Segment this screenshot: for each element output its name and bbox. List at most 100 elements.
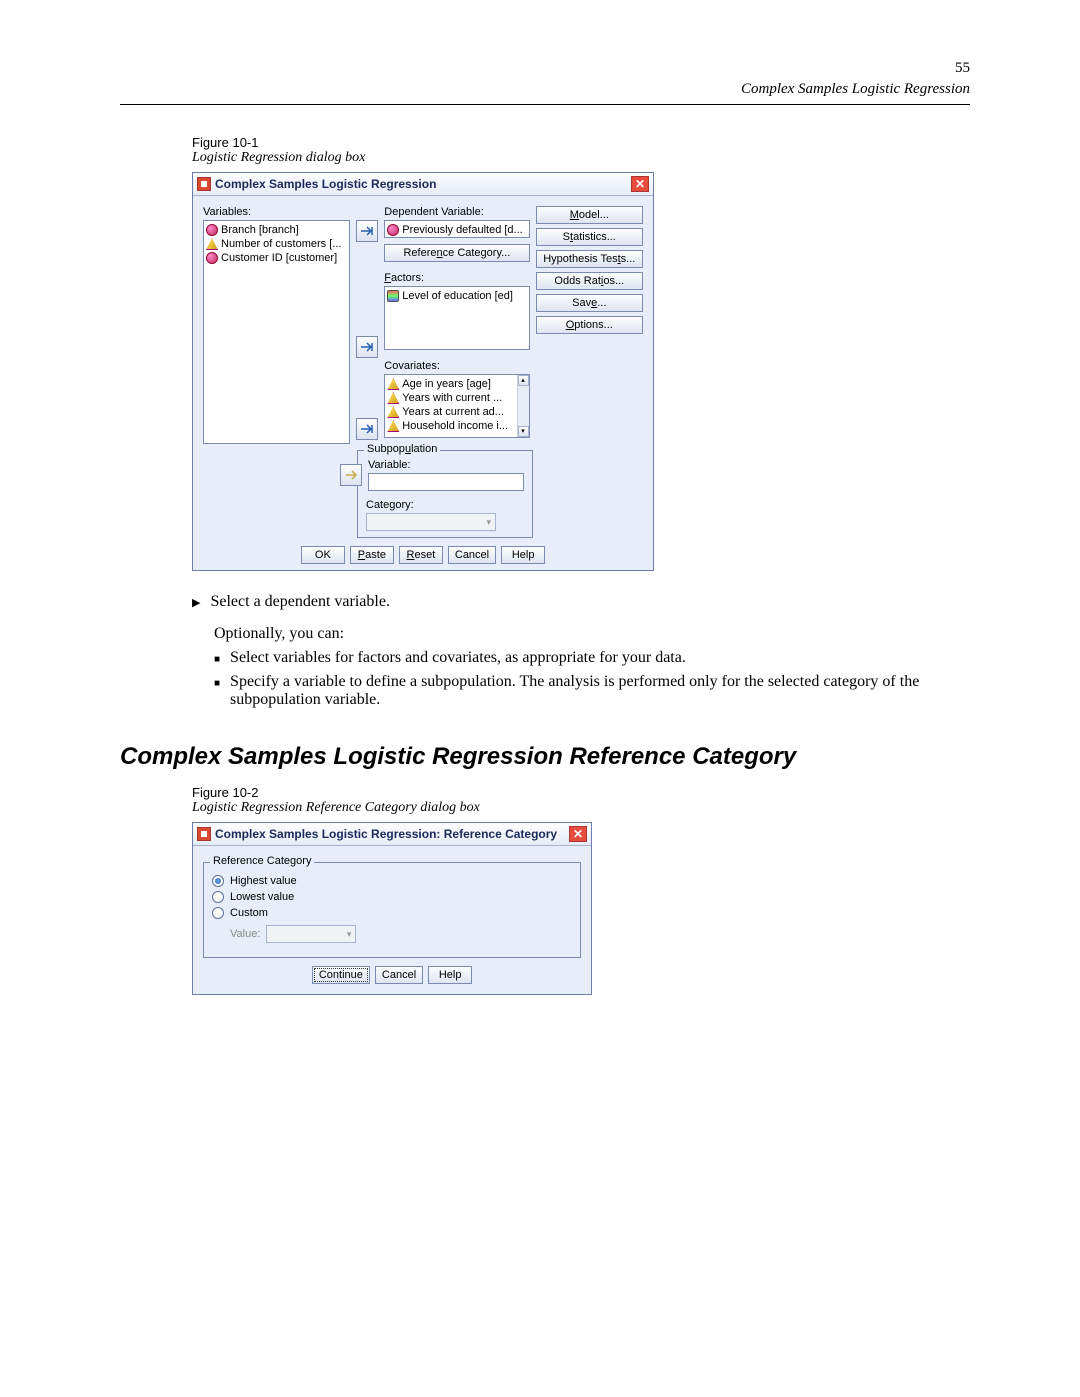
bullet-item: Select variables for factors and covaria… [214, 649, 970, 667]
title-bar: Complex Samples Logistic Regression ✕ [193, 173, 653, 196]
figure1-caption: Logistic Regression dialog box [192, 150, 970, 166]
subpop-category-dropdown[interactable] [366, 513, 496, 531]
square-bullet-icon [214, 649, 220, 667]
subpop-variable-label: Variable: [368, 459, 524, 471]
refcat-legend: Reference Category [210, 855, 314, 867]
list-item[interactable]: Household income i... [387, 419, 526, 433]
odds-ratios-button[interactable]: Odds Ratios... [536, 272, 643, 290]
step-item: Select a dependent variable. [192, 593, 970, 611]
figure2-label: Figure 10-2 [192, 785, 970, 800]
app-icon [197, 177, 211, 191]
dialog-reference-category: Complex Samples Logistic Regression: Ref… [192, 822, 592, 995]
move-covariates-button[interactable] [356, 418, 378, 440]
dependent-value: Previously defaulted [d... [402, 224, 522, 236]
list-item-label: Number of customers [... [221, 238, 341, 250]
help-button[interactable]: Help [501, 546, 545, 564]
list-item-label: Customer ID [customer] [221, 252, 337, 264]
bullet-text: Select variables for factors and covaria… [230, 649, 686, 667]
dependent-label: Dependent Variable: [384, 206, 529, 218]
move-subpop-button[interactable] [340, 464, 362, 486]
value-dropdown [266, 925, 356, 943]
factors-label: Factors: [384, 272, 529, 284]
save-button[interactable]: Save... [536, 294, 643, 312]
dependent-field[interactable]: Previously defaulted [d... [384, 220, 529, 238]
section-heading: Complex Samples Logistic Regression Refe… [120, 743, 970, 771]
statistics-button[interactable]: Statistics... [536, 228, 643, 246]
radio-icon [212, 907, 224, 919]
dialog-title: Complex Samples Logistic Regression [215, 177, 436, 191]
list-item[interactable]: Number of customers [... [206, 237, 347, 251]
reset-button[interactable]: Reset [399, 546, 443, 564]
title-bar: Complex Samples Logistic Regression: Ref… [193, 823, 591, 846]
help-button[interactable]: Help [428, 966, 472, 984]
radio-custom[interactable]: Custom [212, 907, 572, 919]
scale-icon [387, 378, 399, 390]
list-item[interactable]: Level of education [ed] [387, 289, 526, 303]
dialog-title: Complex Samples Logistic Regression: Ref… [215, 827, 557, 841]
hypothesis-tests-button[interactable]: Hypothesis Tests... [536, 250, 643, 268]
list-item[interactable]: Years with current ... [387, 391, 526, 405]
scrollbar[interactable]: ▴▾ [517, 375, 529, 437]
list-item[interactable]: Customer ID [customer] [206, 251, 347, 265]
nominal-icon [206, 224, 218, 236]
radio-lowest[interactable]: Lowest value [212, 891, 572, 903]
move-dependent-button[interactable] [356, 220, 378, 242]
scale-icon [206, 238, 218, 250]
radio-icon [212, 891, 224, 903]
optional-text: Optionally, you can: [214, 625, 970, 643]
value-label: Value: [230, 928, 260, 940]
close-icon[interactable]: ✕ [631, 176, 649, 192]
figure1-label: Figure 10-1 [192, 135, 970, 150]
reference-category-fieldset: Reference Category Highest value Lowest … [203, 862, 581, 958]
list-item-label: Years with current ... [402, 392, 502, 404]
step-text: Select a dependent variable. [210, 593, 389, 611]
factors-listbox[interactable]: Level of education [ed] [384, 286, 529, 350]
move-factors-button[interactable] [356, 336, 378, 358]
bullet-item: Specify a variable to define a subpopula… [214, 673, 970, 709]
subpop-category-label: Category: [366, 499, 524, 511]
nominal-icon [387, 224, 399, 236]
options-button[interactable]: Options... [536, 316, 643, 334]
list-item-label: Age in years [age] [402, 378, 491, 390]
app-icon [197, 827, 211, 841]
subpopulation-fieldset: Subpopulation Variable: Category: [357, 450, 533, 538]
nominal-icon [206, 252, 218, 264]
cancel-button[interactable]: Cancel [375, 966, 423, 984]
figure2-caption: Logistic Regression Reference Category d… [192, 800, 970, 816]
variables-label: Variables: [203, 206, 350, 218]
square-bullet-icon [214, 673, 220, 709]
subpopulation-legend: Subpopulation [364, 443, 440, 455]
continue-button[interactable]: Continue [312, 966, 370, 984]
list-item-label: Household income i... [402, 420, 508, 432]
scroll-up-icon[interactable]: ▴ [518, 375, 529, 386]
triangle-bullet-icon [192, 593, 200, 611]
page-number: 55 [120, 60, 970, 77]
scale-icon [387, 406, 399, 418]
subpop-variable-input[interactable] [368, 473, 524, 491]
covariates-listbox[interactable]: Age in years [age] Years with current ..… [384, 374, 529, 438]
list-item[interactable]: Branch [branch] [206, 223, 347, 237]
ordinal-icon [387, 290, 399, 302]
reference-category-button[interactable]: Reference Category... [384, 244, 529, 262]
chapter-header: Complex Samples Logistic Regression [120, 81, 970, 98]
scroll-down-icon[interactable]: ▾ [518, 426, 529, 437]
covariates-label: Covariates: [384, 360, 529, 372]
list-item[interactable]: Age in years [age] [387, 377, 526, 391]
cancel-button[interactable]: Cancel [448, 546, 496, 564]
close-icon[interactable]: ✕ [569, 826, 587, 842]
model-button[interactable]: Model... [536, 206, 643, 224]
list-item-label: Level of education [ed] [402, 290, 513, 302]
ok-button[interactable]: OK [301, 546, 345, 564]
list-item[interactable]: Years at current ad... [387, 405, 526, 419]
bullet-text: Specify a variable to define a subpopula… [230, 673, 970, 709]
scale-icon [387, 420, 399, 432]
radio-icon [212, 875, 224, 887]
header-rule [120, 104, 970, 105]
list-item-label: Years at current ad... [402, 406, 504, 418]
dialog-logistic-regression: Complex Samples Logistic Regression ✕ Va… [192, 172, 654, 571]
paste-button[interactable]: Paste [350, 546, 394, 564]
radio-highest[interactable]: Highest value [212, 875, 572, 887]
list-item-label: Branch [branch] [221, 224, 299, 236]
variables-listbox[interactable]: Branch [branch] Number of customers [...… [203, 220, 350, 444]
scale-icon [387, 392, 399, 404]
